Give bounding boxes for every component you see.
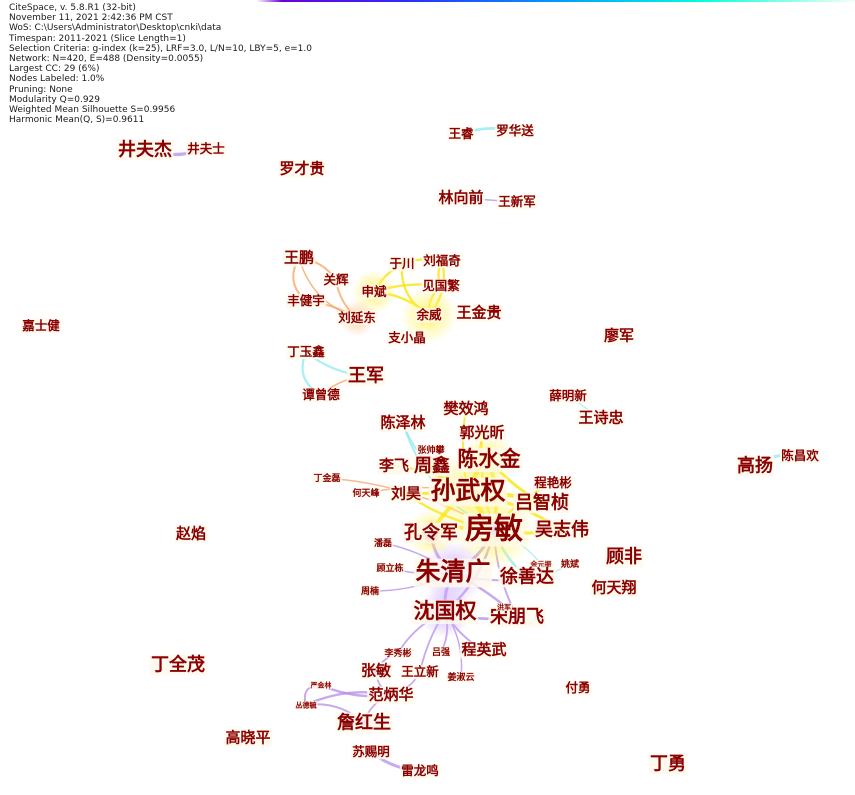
author-label-dingyuxin: 丁玉鑫	[287, 344, 325, 359]
author-label-chenzelin: 陈泽林	[380, 414, 426, 432]
author-label-dingjinlei: 丁金磊	[313, 472, 340, 484]
author-label-xuemingxin: 薛明新	[549, 388, 587, 403]
author-label-shenguoquan: 沈国权	[414, 598, 477, 623]
author-label-yuwei: 余威	[415, 307, 442, 322]
author-label-liaojun: 廖军	[604, 327, 634, 345]
author-label-jiashijian: 嘉士健	[21, 318, 60, 333]
author-label-zhangmin: 张敏	[361, 662, 392, 680]
info-line: Modularity Q=0.929	[9, 94, 101, 105]
author-label-hetianxiang: 何天翔	[591, 579, 636, 597]
author-label-jianguofan: 见国繁	[422, 278, 460, 293]
author-label-jingfushi: 井夫士	[187, 141, 225, 156]
author-label-chenshuijin: 陈水金	[458, 446, 522, 471]
author-label-panlei: 潘磊	[374, 537, 392, 549]
author-label-wangshizhong: 王诗忠	[578, 409, 623, 427]
author-label-dingquanmao: 丁全茂	[151, 654, 205, 676]
author-label-zhouxin: 周鑫	[414, 455, 450, 477]
author-label-yuchuan: 于川	[389, 256, 414, 271]
author-label-lvqiang: 吕强	[432, 647, 450, 658]
author-label-hetianfeng: 何天峰	[352, 487, 380, 499]
author-label-konglingjun: 孔令军	[404, 522, 458, 544]
info-line: Network: N=420, E=488 (Density=0.0055)	[9, 53, 204, 64]
author-label-hongjun: 洪军	[497, 603, 511, 612]
author-label-dingyong: 丁勇	[650, 754, 686, 775]
info-line: Largest CC: 29 (6%)	[9, 64, 100, 75]
author-label-fangmin: 房敏	[465, 512, 523, 546]
author-label-fengjianyu: 丰健宇	[287, 293, 325, 308]
author-label-liufuqi: 刘福奇	[423, 253, 461, 268]
author-label-liuhao: 刘昊	[391, 485, 421, 503]
author-label-guoguangxin: 郭光昕	[459, 424, 504, 442]
author-label-fanbinghua: 范炳华	[368, 686, 413, 704]
author-label-linxiangqian: 林向前	[438, 189, 483, 207]
author-label-luohuasong: 罗华送	[496, 123, 534, 138]
author-label-zhounan: 周楠	[361, 585, 379, 597]
info-line: CiteSpace, v. 5.8.R1 (32-bit)	[9, 3, 136, 13]
author-label-zhanhongsheng: 詹红生	[337, 712, 391, 734]
author-label-gaoxiaoping: 高晓平	[225, 729, 270, 747]
author-label-gaoyang: 高扬	[737, 455, 773, 477]
author-label-zhuqingguang: 朱清广	[415, 557, 490, 586]
author-label-fanxiaohong: 樊效鸿	[443, 400, 488, 418]
author-label-yanjinlin: 严金林	[310, 681, 333, 690]
info-line: Selection Criteria: g-index (k=25), LRF=…	[9, 43, 312, 54]
author-label-luocaigui: 罗才贵	[279, 160, 324, 178]
info-line: Nodes Labeled: 1.0%	[9, 74, 105, 85]
author-label-wangpeng: 王鹏	[284, 249, 314, 267]
author-label-chengyingwu: 程英武	[461, 641, 506, 659]
author-label-yaobin: 姚斌	[560, 558, 579, 570]
author-label-wangjingui: 王金贵	[456, 304, 501, 322]
author-label-lifei: 李飞	[378, 457, 409, 475]
author-label-zhangshuaipan: 张帅攀	[417, 444, 445, 456]
info-panel: CiteSpace, v. 5.8.R1 (32-bit) November 11…	[9, 3, 312, 125]
author-label-fuyong: 付勇	[565, 680, 590, 695]
author-label-jingfujie: 井夫杰	[118, 139, 172, 161]
author-label-zhixiaojing: 支小晶	[387, 330, 426, 345]
nodes-layer	[38, 128, 758, 775]
info-line: Timespan: 2011-2021 (Slice Length=1)	[9, 33, 186, 44]
author-label-sunwuquan: 孙武权	[430, 476, 505, 505]
author-label-wangjun: 王军	[348, 366, 384, 387]
author-label-chengyanbin: 程艳彬	[534, 475, 572, 490]
author-label-congdeyu: 丛德毓	[296, 701, 317, 710]
author-label-guanhui: 关辉	[323, 272, 349, 287]
author-label-tanzengde: 谭曾德	[302, 387, 340, 402]
author-label-liuyandong: 刘延东	[338, 310, 376, 325]
info-line: Weighted Mean Silhouette S=0.9956	[9, 104, 176, 115]
author-label-shenbin: 申斌	[361, 284, 387, 299]
author-label-lixiubin: 李秀彬	[383, 647, 411, 659]
author-label-jiangshuyun: 姜淑云	[447, 671, 474, 683]
author-label-wangxinjun: 王新军	[498, 194, 536, 209]
author-label-zhaoyan: 赵焰	[175, 525, 206, 543]
author-label-lvzhizhen: 吕智桢	[515, 492, 569, 514]
info-line: WoS: C:\Users\Administrator\Desktop\cnki…	[9, 23, 222, 34]
author-label-xushanda: 徐善达	[499, 566, 554, 588]
labels-layer: 井夫杰 井夫士罗才贵 王睿 罗华送林向前 王新军王鹏关辉 于川 刘福奇申斌 见国繁丰健宇刘延东…	[20, 123, 821, 779]
info-line: Harmonic Mean(Q, S)=0.9611	[9, 115, 145, 126]
author-label-chenchanghuan: 陈昌欢	[781, 448, 819, 463]
author-label-gulidong: 顾立栋	[376, 562, 403, 574]
author-label-gufei: 顾非	[606, 546, 642, 568]
author-label-wangrui: 王睿	[448, 126, 474, 141]
info-line: Pruning: None	[9, 84, 73, 95]
info-line: November 11, 2021 2:42:36 PM CST	[9, 13, 173, 24]
author-label-suciming: 苏赐明	[352, 744, 390, 759]
author-label-wuzhiwei: 吴志伟	[535, 519, 589, 541]
author-label-leilongming: 雷龙鸣	[401, 763, 439, 778]
author-label-wanglixin: 王立新	[401, 664, 439, 679]
